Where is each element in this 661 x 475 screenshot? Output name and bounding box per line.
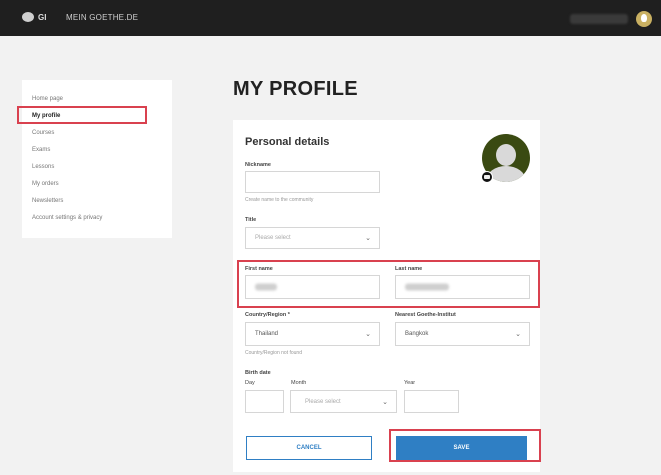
birth-year-input[interactable] [404, 390, 459, 413]
country-hint: Country/Region not found [245, 350, 302, 356]
country-label: Country/Region * [245, 312, 290, 318]
birth-day-input[interactable] [245, 390, 284, 413]
goethe-institut-label: Nearest Goethe-Institut [395, 312, 456, 318]
save-button-highlight [389, 429, 541, 462]
site-title[interactable]: MEIN GOETHE.DE [66, 13, 138, 22]
sidebar-nav: Home page My profile Courses Exams Lesso… [22, 80, 172, 238]
my-profile-highlight [17, 106, 147, 124]
goethe-institut-select[interactable]: Bangkok ⌄ [395, 322, 530, 346]
sidebar-item-exams[interactable]: Exams [22, 142, 172, 159]
page-title: MY PROFILE [233, 78, 358, 100]
month-label: Month [291, 380, 307, 386]
sidebar-item-my-orders[interactable]: My orders [22, 176, 172, 193]
nickname-input[interactable] [245, 171, 380, 193]
nickname-hint: Create name to the community [245, 197, 314, 203]
title-label: Title [245, 217, 257, 223]
logo-text: GI [38, 12, 47, 22]
day-label: Day [245, 380, 255, 386]
chevron-down-icon: ⌄ [515, 331, 521, 338]
birth-month-select[interactable]: Please select ⌄ [290, 390, 397, 413]
name-fields-highlight [237, 260, 540, 308]
cancel-button[interactable]: CANCEL [246, 436, 372, 460]
goethe-logo-icon [22, 12, 34, 22]
sidebar-item-courses[interactable]: Courses [22, 125, 172, 142]
sidebar-item-lessons[interactable]: Lessons [22, 159, 172, 176]
chevron-down-icon: ⌄ [365, 235, 371, 242]
title-select[interactable]: Please select ⌄ [245, 227, 380, 249]
birth-date-label: Birth date [245, 370, 271, 376]
username-redacted[interactable] [570, 14, 628, 24]
user-avatar-icon[interactable] [636, 11, 652, 27]
year-label: Year [404, 380, 416, 386]
camera-icon[interactable] [481, 171, 493, 183]
chevron-down-icon: ⌄ [365, 331, 371, 338]
country-select[interactable]: Thailand ⌄ [245, 322, 380, 346]
sidebar-item-account-settings[interactable]: Account settings & privacy [22, 210, 172, 227]
section-title: Personal details [245, 136, 330, 148]
chevron-down-icon: ⌄ [382, 398, 388, 406]
goethe-logo[interactable]: GI [22, 12, 46, 22]
top-bar: GI MEIN GOETHE.DE [0, 0, 661, 36]
sidebar-item-newsletters[interactable]: Newsletters [22, 193, 172, 210]
nickname-label: Nickname [245, 162, 271, 168]
